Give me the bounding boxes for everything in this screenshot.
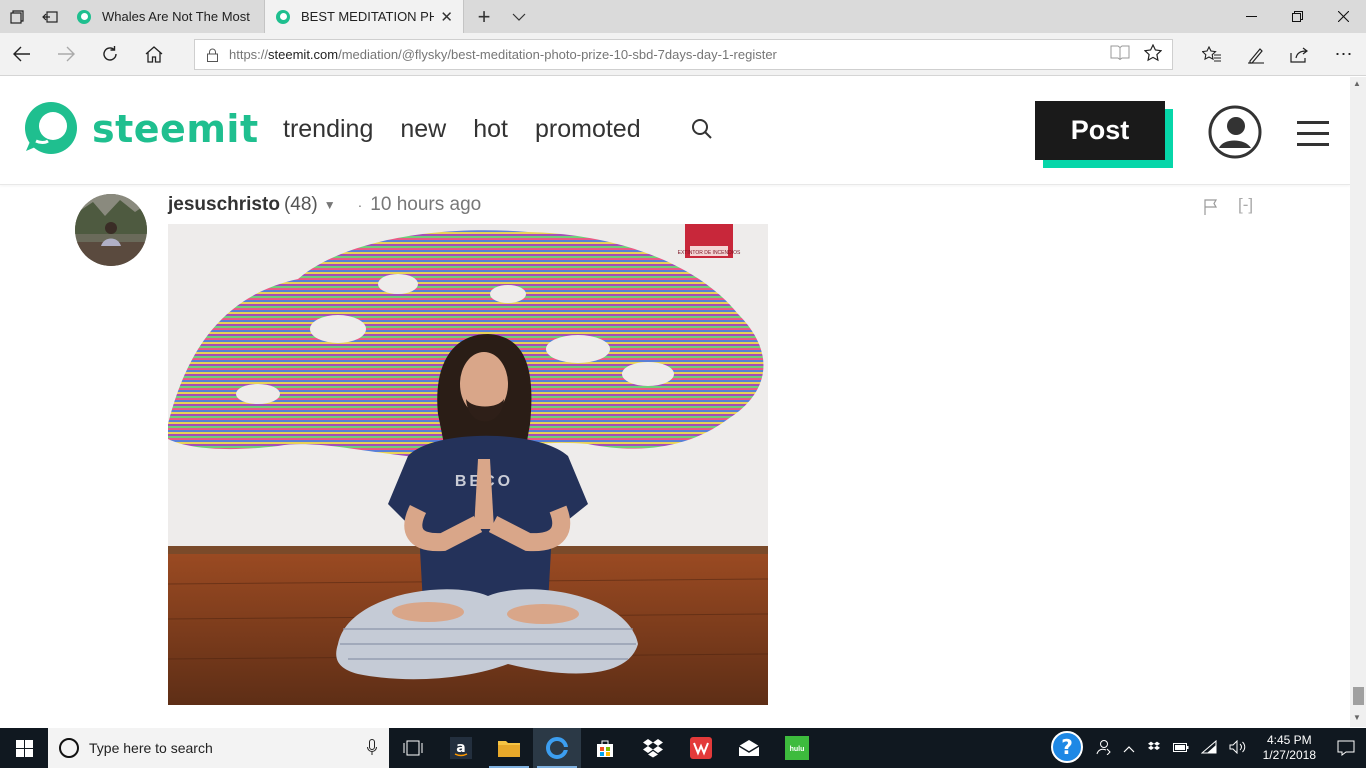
browser-tab-bar: Whales Are Not The Most Ir BEST MEDITATI… (0, 0, 1366, 33)
close-window-button[interactable] (1320, 0, 1366, 33)
taskbar-search-box[interactable]: Type here to search (48, 728, 389, 768)
forward-button[interactable] (44, 33, 88, 76)
windows-taskbar: Type here to search a hulu ? 4:45 PM 1/2… (0, 728, 1366, 768)
tab-manager-icon[interactable] (0, 0, 33, 33)
extinguisher-sign-text: EXTINTOR DE INCENDIOS (678, 250, 741, 256)
search-icon[interactable] (690, 117, 714, 146)
favorite-star-icon[interactable] (1143, 43, 1163, 65)
tab-whales[interactable]: Whales Are Not The Most Ir (66, 0, 265, 33)
scroll-up-icon[interactable]: ▲ (1353, 79, 1361, 88)
taskbar-search-placeholder: Type here to search (89, 740, 213, 756)
clock-time: 4:45 PM (1266, 733, 1312, 747)
post-button[interactable]: Post (1035, 101, 1173, 168)
system-tray: ? 4:45 PM 1/27/2018 (1045, 728, 1366, 768)
hulu-label: hulu (790, 746, 805, 753)
dropbox-tray-icon[interactable] (1141, 741, 1167, 756)
svg-text:?: ? (1061, 735, 1073, 759)
tab-title: BEST MEDITATION PHO (301, 9, 435, 24)
steemit-header: steemit trending new hot promoted Post (0, 77, 1350, 185)
more-options-icon[interactable]: ⋯ (1322, 33, 1366, 76)
svg-text:a: a (456, 740, 465, 756)
nav-trending[interactable]: trending (283, 115, 373, 144)
nav-new[interactable]: new (400, 115, 446, 144)
action-center-icon[interactable] (1326, 740, 1366, 756)
meditation-photo: EXTINTOR DE INCENDIOS BECO (168, 224, 768, 705)
mail-icon[interactable] (725, 728, 773, 768)
steemit-favicon-icon (276, 9, 290, 24)
back-button[interactable] (0, 33, 44, 76)
cortana-circle-icon (59, 738, 79, 758)
author-dropdown-caret-icon[interactable]: ▼ (324, 198, 336, 212)
tab-best-meditation[interactable]: BEST MEDITATION PHO ✕ (265, 0, 464, 33)
amazon-app-icon[interactable]: a (437, 728, 485, 768)
refresh-button[interactable] (88, 33, 132, 76)
new-tab-button[interactable]: + (464, 0, 504, 33)
wifi-icon[interactable] (1195, 739, 1223, 757)
page-viewport: steemit trending new hot promoted Post j… (0, 77, 1350, 727)
steemit-favicon-icon (77, 9, 91, 24)
url-scheme: https:// (229, 47, 269, 62)
post-button-label: Post (1035, 101, 1165, 160)
menu-hamburger-icon[interactable] (1297, 121, 1329, 152)
close-tab-icon[interactable]: ✕ (440, 8, 453, 26)
microsoft-store-icon[interactable] (581, 728, 629, 768)
steemit-wordmark: steemit (92, 107, 259, 151)
web-note-pen-icon[interactable] (1234, 33, 1278, 76)
tab-preview-chevron-icon[interactable] (504, 0, 534, 33)
meta-separator: · (357, 197, 363, 213)
clock-date: 1/27/2018 (1262, 748, 1316, 762)
edge-browser-icon[interactable] (533, 728, 581, 768)
steemit-logo[interactable]: steemit (22, 101, 259, 157)
windows-start-icon[interactable] (0, 728, 48, 768)
volume-icon[interactable] (1223, 739, 1253, 757)
author-reputation: (48) (283, 194, 318, 215)
dropbox-icon[interactable] (629, 728, 677, 768)
microphone-icon[interactable] (367, 738, 377, 758)
url-path: /mediation/@flysky/best-meditation-photo… (338, 47, 777, 62)
main-nav: trending new hot promoted (283, 115, 641, 144)
show-hidden-icons-chevron-icon[interactable] (1117, 741, 1141, 756)
people-icon[interactable] (1089, 739, 1117, 758)
scrollbar-thumb[interactable] (1353, 687, 1364, 705)
wps-office-icon[interactable] (677, 728, 725, 768)
home-button[interactable] (132, 33, 176, 76)
minimize-button[interactable] (1228, 0, 1274, 33)
reading-view-icon[interactable] (1110, 44, 1130, 65)
task-view-icon[interactable] (389, 728, 437, 768)
nav-promoted[interactable]: promoted (535, 115, 641, 144)
address-bar[interactable]: https://steemit.com/mediation/@flysky/be… (194, 39, 1173, 70)
lock-icon (195, 48, 229, 62)
url-domain: steemit.com (268, 47, 339, 62)
page-scrollbar[interactable]: ▲ ▼ (1350, 77, 1366, 727)
steemit-logo-icon (25, 102, 77, 154)
comment-author[interactable]: jesuschristo (168, 194, 280, 216)
tab-title: Whales Are Not The Most Ir (102, 9, 254, 24)
help-icon[interactable]: ? (1045, 730, 1089, 766)
user-avatar-icon[interactable] (1207, 104, 1263, 165)
taskbar-clock[interactable]: 4:45 PM 1/27/2018 (1253, 733, 1326, 763)
flag-icon[interactable] (1202, 198, 1220, 221)
nav-hot[interactable]: hot (473, 115, 508, 144)
file-explorer-icon[interactable] (485, 728, 533, 768)
scroll-down-icon[interactable]: ▼ (1353, 713, 1361, 722)
restore-button[interactable] (1274, 0, 1320, 33)
hulu-app-icon[interactable]: hulu (773, 728, 821, 768)
comment-author-avatar[interactable] (75, 194, 147, 266)
comment-meta: jesuschristo (48) ▼ · 10 hours ago (168, 194, 481, 216)
share-icon[interactable] (1278, 33, 1322, 76)
battery-icon[interactable] (1167, 741, 1195, 756)
comment-age[interactable]: 10 hours ago (370, 194, 481, 216)
favorites-hub-icon[interactable] (1190, 33, 1234, 76)
browser-nav-bar: https://steemit.com/mediation/@flysky/be… (0, 33, 1366, 76)
collapse-comment-button[interactable]: [-] (1238, 195, 1253, 215)
set-tabs-aside-icon[interactable] (33, 0, 66, 33)
